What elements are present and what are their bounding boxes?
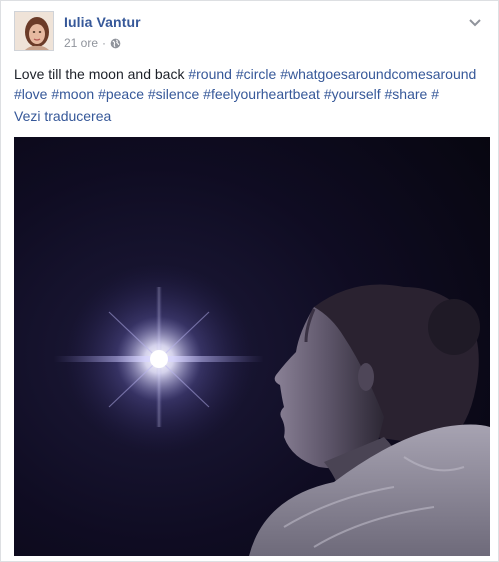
author-avatar[interactable] xyxy=(14,11,54,51)
hashtag-link[interactable]: #silence xyxy=(148,86,199,102)
moon-selfie-image xyxy=(14,137,490,556)
hashtag-link[interactable]: #love xyxy=(14,86,47,102)
chevron-down-icon[interactable] xyxy=(468,15,482,27)
hashtag-link[interactable]: #moon xyxy=(51,86,94,102)
post-text-intro: Love till the moon and back xyxy=(14,66,185,82)
hashtag-link[interactable]: #peace xyxy=(98,86,144,102)
post-timestamp[interactable]: 21 ore xyxy=(64,36,98,50)
see-translation-link[interactable]: Vezi traducerea xyxy=(14,108,111,124)
post-meta: 21 ore · xyxy=(64,36,121,50)
meta-separator: · xyxy=(102,36,107,50)
hashtag-link[interactable]: #feelyourheartbeat xyxy=(203,86,320,102)
globe-icon[interactable] xyxy=(110,38,121,49)
hashtag-link[interactable]: #round xyxy=(188,66,232,82)
post-text: Love till the moon and back #round #circ… xyxy=(14,64,490,104)
hashtag-link[interactable]: #whatgoesaroundcomesaround xyxy=(280,66,476,82)
author-name-link[interactable]: Iulia Vantur xyxy=(64,14,141,30)
avatar-image xyxy=(15,12,53,50)
post-photo[interactable] xyxy=(14,137,490,556)
hashtag-link[interactable]: # xyxy=(431,86,439,102)
post-header: Iulia Vantur 21 ore · xyxy=(14,11,486,55)
hashtag-link[interactable]: #share xyxy=(385,86,428,102)
post-card: Iulia Vantur 21 ore · Love till the moon… xyxy=(0,0,499,562)
hashtag-link[interactable]: #yourself xyxy=(324,86,381,102)
hashtag-link[interactable]: #circle xyxy=(236,66,276,82)
